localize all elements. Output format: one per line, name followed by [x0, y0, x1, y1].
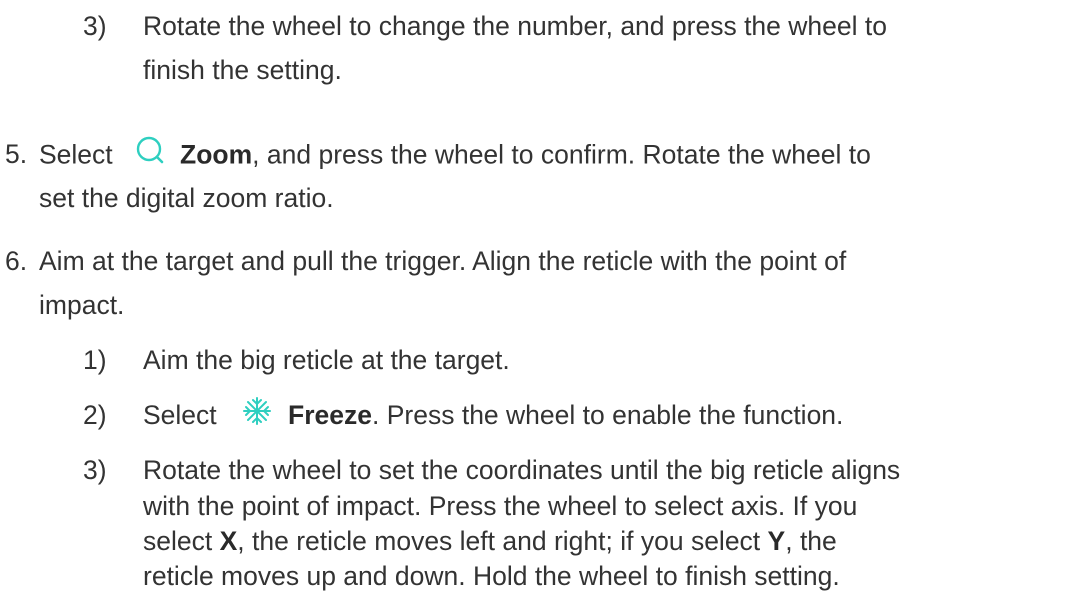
step-3-text-line-2: finish the setting.	[143, 55, 342, 85]
step-3-text-line-1: Rotate the wheel to change the number, a…	[143, 11, 887, 41]
step-6-text-line-1: Aim at the target and pull the trigger. …	[39, 246, 847, 276]
step-5-line-1: Select Zoom, and press the wheel to conf…	[39, 136, 871, 177]
substep-2-freeze-label: Freeze	[288, 400, 372, 430]
substep-2-number: 2)	[83, 400, 107, 430]
freeze-icon	[242, 396, 272, 435]
step-5-text-rest: , and press the wheel to confirm. Rotate…	[252, 139, 871, 170]
substep-2-text-rest: . Press the wheel to enable the function…	[372, 400, 844, 430]
substep-3-select-prefix: select	[143, 526, 220, 556]
substep-3-y-description: , the	[785, 526, 837, 556]
step-6-number: 6.	[5, 246, 28, 276]
axis-x-label: X	[219, 526, 238, 556]
step-5-text-line-2: set the digital zoom ratio.	[39, 183, 334, 213]
substep-3-x-description: , the reticle moves left and right; if y…	[237, 526, 768, 556]
substep-3-text-line-3: select X, the reticle moves left and rig…	[143, 523, 837, 559]
substep-2-line: Select Freeze. Press the wheel to enable…	[143, 396, 844, 437]
step-3-number: 3)	[83, 11, 107, 41]
substep-3-number: 3)	[83, 455, 107, 485]
substep-1-text: Aim the big reticle at the target.	[143, 345, 510, 375]
zoom-icon	[134, 134, 166, 175]
axis-y-label: Y	[767, 526, 786, 556]
substep-2-select-label: Select	[143, 400, 217, 430]
step-5-zoom-label: Zoom	[180, 139, 253, 170]
substep-3-text-line-2: with the point of impact. Press the whee…	[143, 491, 858, 521]
substep-1-number: 1)	[83, 345, 107, 375]
step-5-select-label: Select	[39, 139, 113, 170]
step-5-number: 5.	[5, 139, 28, 169]
substep-3-text-line-1: Rotate the wheel to set the coordinates …	[143, 455, 901, 485]
step-6-text-line-2: impact.	[39, 290, 125, 320]
substep-3-text-line-4: reticle moves up and down. Hold the whee…	[143, 561, 840, 591]
